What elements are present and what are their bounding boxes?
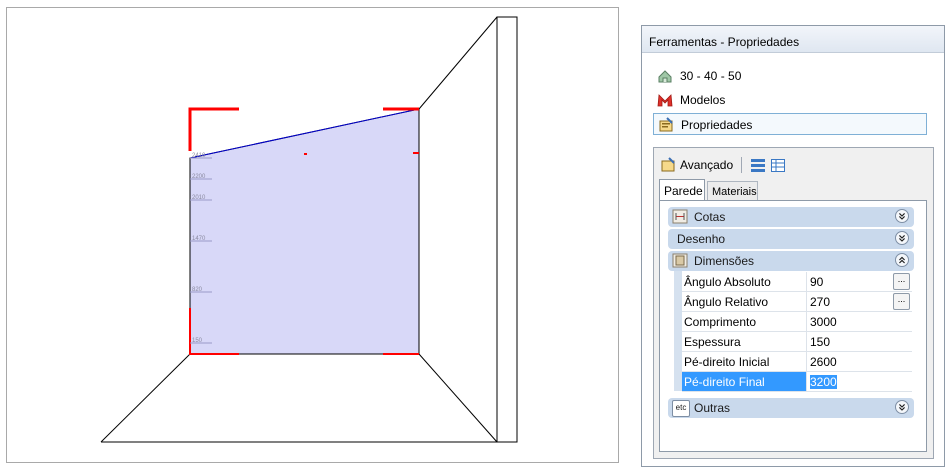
section-rail xyxy=(674,271,682,391)
property-name: Espessura xyxy=(684,335,741,349)
ruler-label: 2010 xyxy=(192,195,206,201)
room-edge-bottom-left xyxy=(100,353,191,443)
ellipsis-button[interactable]: ... xyxy=(893,293,910,310)
column-divider xyxy=(806,372,807,391)
3d-viewport[interactable]: 2410 2200 2010 1470 820 150 xyxy=(6,7,619,463)
property-name: Ângulo Absoluto xyxy=(684,275,771,289)
nav-item-modelos[interactable]: Modelos xyxy=(653,89,927,111)
models-icon xyxy=(657,94,673,107)
selected-text: 3200 xyxy=(810,375,837,389)
property-row-espessura[interactable]: Espessura 150 xyxy=(682,332,912,352)
advanced-label: Avançado xyxy=(680,158,734,172)
right-wall xyxy=(496,16,518,443)
collapse-icon[interactable] xyxy=(895,253,909,267)
nav-item-label: Modelos xyxy=(680,93,726,107)
column-divider xyxy=(806,292,807,311)
section-label: Desenho xyxy=(677,232,726,246)
ruler-label: 2410 xyxy=(192,153,206,159)
property-value[interactable]: 150 xyxy=(810,335,830,349)
categorized-view-icon[interactable] xyxy=(750,157,766,173)
ruler-label: 150 xyxy=(192,338,203,344)
properties-icon xyxy=(659,117,673,132)
tab-materiais[interactable]: Materiais xyxy=(707,181,758,201)
property-value[interactable]: 90 xyxy=(810,275,823,289)
property-value-editor[interactable]: 3200 xyxy=(810,375,837,389)
property-row-comprimento[interactable]: Comprimento 3000 xyxy=(682,312,912,332)
toolbar-separator xyxy=(741,157,743,173)
expand-icon[interactable] xyxy=(895,400,909,414)
section-desenho[interactable]: Desenho xyxy=(668,229,914,249)
section-label: Outras xyxy=(694,401,731,415)
property-row-angulo-absoluto[interactable]: Ângulo Absoluto 90 ... xyxy=(682,272,912,292)
etc-icon: etc xyxy=(672,400,690,417)
advanced-properties-box: Avançado Parede Materiais Cotas Desenho … xyxy=(653,147,934,459)
properties-icon xyxy=(661,157,675,172)
property-value[interactable]: 2600 xyxy=(810,355,837,369)
column-divider xyxy=(806,272,807,291)
house-icon xyxy=(658,70,672,83)
selected-wall[interactable] xyxy=(189,108,420,355)
advanced-toolbar: Avançado xyxy=(660,154,786,176)
property-name: Pé-direito Inicial xyxy=(684,355,770,369)
room-edge-bottom-right xyxy=(418,353,498,443)
panel-title: Ferramentas - Propriedades xyxy=(642,26,944,53)
property-grid: Cotas Desenho Dimensões Ângulo Absoluto … xyxy=(659,200,927,452)
column-divider xyxy=(806,312,807,331)
property-row-pe-direito-final[interactable]: Pé-direito Final 3200 xyxy=(682,372,912,392)
ellipsis-button[interactable]: ... xyxy=(893,273,910,290)
nav-item-project[interactable]: 30 - 40 - 50 xyxy=(653,65,927,87)
section-label: Cotas xyxy=(694,210,726,224)
property-value[interactable]: 3000 xyxy=(810,315,837,329)
expand-icon[interactable] xyxy=(895,231,909,245)
wall-dimensions-icon xyxy=(672,253,688,268)
property-row-pe-direito-inicial[interactable]: Pé-direito Inicial 2600 xyxy=(682,352,912,372)
property-name: Comprimento xyxy=(684,315,757,329)
column-divider xyxy=(806,332,807,351)
corner-marker-top-left xyxy=(188,107,239,151)
nav-item-label: 30 - 40 - 50 xyxy=(680,69,742,83)
nav-item-propriedades[interactable]: Propriedades xyxy=(653,113,927,135)
dimension-icon xyxy=(672,209,688,224)
tools-properties-panel: Ferramentas - Propriedades 30 - 40 - 50 … xyxy=(641,25,945,467)
property-name: Pé-direito Final xyxy=(682,372,806,391)
section-cotas[interactable]: Cotas xyxy=(668,207,914,227)
wall-view: 2410 2200 2010 1470 820 150 xyxy=(100,16,518,443)
tab-parede[interactable]: Parede xyxy=(659,179,705,201)
expand-icon[interactable] xyxy=(895,209,909,223)
property-row-angulo-relativo[interactable]: Ângulo Relativo 270 ... xyxy=(682,292,912,312)
property-value[interactable]: 270 xyxy=(810,295,830,309)
ruler-label: 2200 xyxy=(192,174,206,180)
nav-item-label: Propriedades xyxy=(681,118,753,132)
section-outras[interactable]: etc Outras xyxy=(668,398,914,418)
ruler-label: 820 xyxy=(192,287,203,293)
section-label: Dimensões xyxy=(694,254,755,268)
section-dimensoes[interactable]: Dimensões xyxy=(668,251,914,271)
ruler-label: 1470 xyxy=(192,236,206,242)
column-divider xyxy=(806,352,807,371)
property-name: Ângulo Relativo xyxy=(684,295,769,309)
table-view-icon[interactable] xyxy=(770,157,786,173)
room-edge-top-right xyxy=(418,16,498,110)
